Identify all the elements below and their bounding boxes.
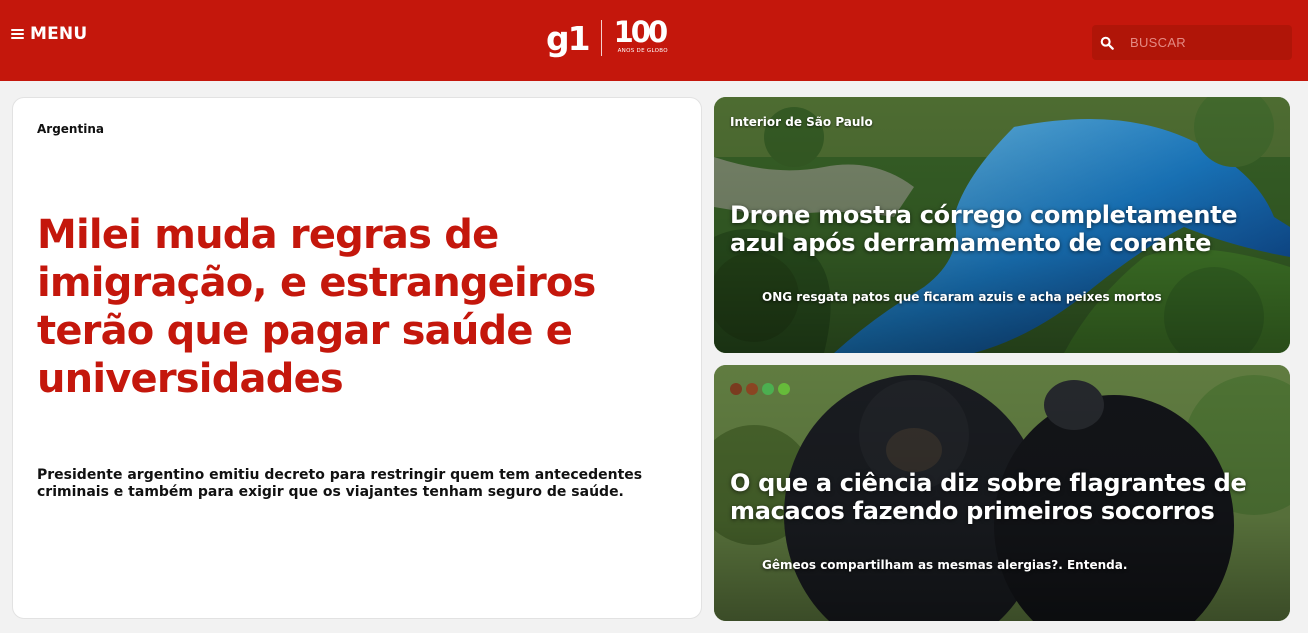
search-box[interactable]	[1092, 25, 1292, 60]
logo-text: g1	[546, 18, 591, 58]
leaf-icon	[762, 383, 774, 395]
side-story-card[interactable]: Interior de São Paulo Drone mostra córre…	[714, 97, 1290, 353]
monkey-icon	[746, 383, 758, 395]
search-icon	[1100, 36, 1114, 50]
main-headline[interactable]: Milei muda regras de imigração, e estran…	[37, 211, 657, 403]
side-story-title[interactable]: O que a ciência diz sobre flagrantes de …	[730, 469, 1270, 525]
section-emoji-icons	[730, 383, 790, 395]
search-input[interactable]	[1130, 35, 1280, 50]
main-summary[interactable]: Presidente argentino emitiu decreto para…	[37, 467, 677, 501]
menu-label: MENU	[30, 24, 88, 44]
side-story-card[interactable]: O que a ciência diz sobre flagrantes de …	[714, 365, 1290, 621]
hamburger-icon	[11, 29, 24, 39]
leaf-icon	[778, 383, 790, 395]
globo-100-badge: 100 ANOS DE GLOBO	[614, 16, 676, 60]
related-story-link[interactable]: ONG resgata patos que ficaram azuis e ac…	[762, 290, 1162, 304]
related-story-link[interactable]: Gêmeos compartilham as mesmas alergias?.…	[762, 558, 1127, 572]
main-story-card[interactable]: Argentina Milei muda regras de imigração…	[12, 97, 702, 619]
badge-number: 100	[613, 15, 669, 49]
g1-logo[interactable]: g1 100 ANOS DE GLOBO	[546, 16, 676, 60]
monkey-icon	[730, 383, 742, 395]
menu-button[interactable]: MENU	[11, 24, 87, 44]
story-section-label: Interior de São Paulo	[730, 115, 873, 129]
logo-divider	[600, 20, 602, 56]
badge-subtitle: ANOS DE GLOBO	[617, 48, 668, 54]
side-story-title[interactable]: Drone mostra córrego completamente azul …	[730, 201, 1270, 257]
story-section-label: Argentina	[37, 122, 104, 136]
site-header: MENU g1 100 ANOS DE GLOBO	[0, 0, 1308, 81]
